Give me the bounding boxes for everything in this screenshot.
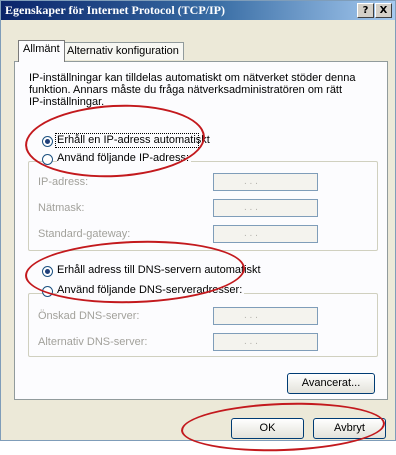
obtain-dns-auto-radio[interactable] <box>42 266 53 277</box>
use-following-dns-radio[interactable] <box>42 286 53 297</box>
default-gateway-label: Standard-gateway: <box>38 228 131 240</box>
subnet-mask-field[interactable]: . . . <box>213 199 318 217</box>
subnet-mask-value: . . . <box>244 202 258 213</box>
cancel-button[interactable]: Avbryt <box>313 418 386 439</box>
tab-alternate-configuration-label: Alternativ konfiguration <box>67 45 179 57</box>
use-following-ip-label[interactable]: Använd följande IP-adress: <box>57 152 192 164</box>
tcpip-properties-dialog: Egenskaper för Internet Protocol (TCP/IP… <box>0 0 396 455</box>
advanced-button[interactable]: Avancerat... <box>287 373 375 394</box>
tab-alternate-configuration[interactable]: Alternativ konfiguration <box>62 42 184 60</box>
title-bar[interactable]: Egenskaper för Internet Protocol (TCP/IP… <box>1 1 395 20</box>
use-following-ip-radio[interactable] <box>42 154 53 165</box>
preferred-dns-value: . . . <box>244 310 258 321</box>
alternate-dns-label: Alternativ DNS-server: <box>38 336 148 348</box>
focus-rectangle <box>55 133 199 148</box>
help-button[interactable]: ? <box>357 3 374 18</box>
obtain-ip-auto-radio[interactable] <box>42 136 53 147</box>
obtain-dns-auto-label[interactable]: Erhåll adress till DNS-servern automatis… <box>57 264 261 276</box>
use-following-dns-label[interactable]: Använd följande DNS-serveradresser: <box>57 284 245 296</box>
ip-address-value: . . . <box>244 176 258 187</box>
subnet-mask-label: Nätmask: <box>38 202 85 214</box>
alternate-dns-value: . . . <box>244 336 258 347</box>
ok-button[interactable]: OK <box>231 418 304 439</box>
tab-general-label: Allmänt <box>23 43 60 55</box>
window-title: Egenskaper för Internet Protocol (TCP/IP… <box>5 3 225 17</box>
default-gateway-value: . . . <box>244 228 258 239</box>
tab-general[interactable]: Allmänt <box>18 40 65 62</box>
close-button[interactable]: X <box>375 3 392 18</box>
preferred-dns-field[interactable]: . . . <box>213 307 318 325</box>
preferred-dns-label: Önskad DNS-server: <box>38 310 140 322</box>
ip-address-field[interactable]: . . . <box>213 173 318 191</box>
alternate-dns-field[interactable]: . . . <box>213 333 318 351</box>
ip-address-label: IP-adress: <box>38 176 89 188</box>
default-gateway-field[interactable]: . . . <box>213 225 318 243</box>
description-text: IP-inställningar kan tilldelas automatis… <box>29 72 356 108</box>
